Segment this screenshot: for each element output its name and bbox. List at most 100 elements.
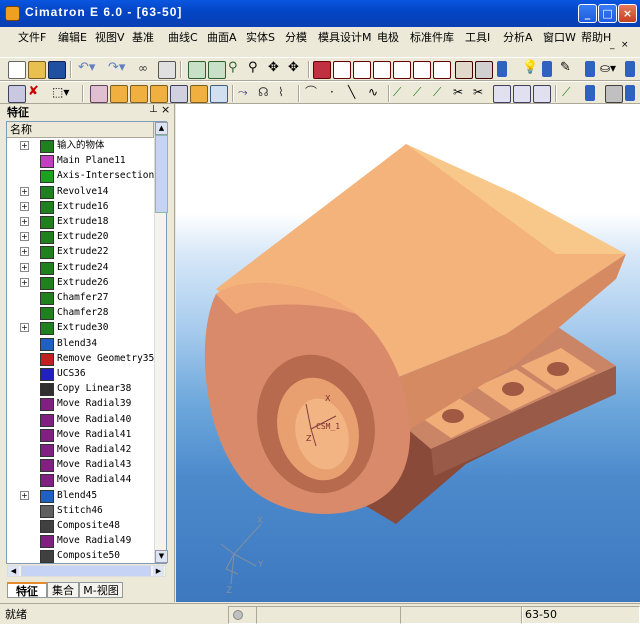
tree-horizontal-scrollbar[interactable]: ◀ ▶ bbox=[7, 565, 166, 577]
scroll-up-icon[interactable]: ▲ bbox=[155, 122, 168, 135]
expand-icon[interactable]: + bbox=[20, 141, 29, 150]
shading-icon[interactable] bbox=[475, 61, 493, 79]
trim-icon[interactable]: ⟋ bbox=[393, 85, 409, 101]
tree-item[interactable]: + Extrude16 bbox=[7, 199, 154, 214]
expand-icon[interactable]: + bbox=[20, 217, 29, 226]
tree-item[interactable]: Stitch46 bbox=[7, 503, 154, 518]
toolbar-dropdown-icon[interactable] bbox=[542, 61, 552, 77]
panel-close-icon[interactable]: × bbox=[161, 103, 170, 116]
cimatron-app-icon[interactable] bbox=[5, 6, 20, 21]
tree-item[interactable]: + Blend45 bbox=[7, 488, 154, 503]
tree-item[interactable]: Copy Linear38 bbox=[7, 381, 154, 397]
color-fill-icon[interactable]: ⛀▾ bbox=[600, 61, 622, 77]
menu-view[interactable]: 视图V bbox=[95, 29, 125, 45]
toolbar-dropdown-icon[interactable] bbox=[625, 85, 635, 101]
expand-icon[interactable]: + bbox=[20, 201, 29, 211]
render-mode-icon[interactable] bbox=[455, 61, 473, 79]
delete-icon[interactable]: ✘ bbox=[28, 85, 44, 101]
point-icon[interactable]: · bbox=[330, 85, 346, 101]
solid-box-icon[interactable] bbox=[493, 85, 511, 103]
pen-icon[interactable]: ✎ bbox=[560, 61, 576, 77]
expand-icon[interactable]: + bbox=[20, 490, 29, 500]
zoom-all-icon[interactable] bbox=[188, 61, 206, 79]
menu-curve[interactable]: 曲线C bbox=[168, 29, 198, 45]
zoom-icon[interactable]: ⚲ bbox=[248, 61, 264, 77]
tree-item[interactable]: + Extrude20 bbox=[7, 229, 154, 245]
pin-icon[interactable]: ⊥ bbox=[149, 104, 158, 115]
tree-item[interactable]: + 输入的物体 bbox=[7, 138, 154, 153]
pan-icon[interactable]: ✥ bbox=[268, 61, 284, 77]
menu-edit[interactable]: 编辑E bbox=[58, 29, 87, 45]
view-top-icon[interactable] bbox=[353, 61, 371, 79]
tree-item[interactable]: + Extrude30 bbox=[7, 320, 154, 336]
horizontal-scroll-thumb[interactable] bbox=[21, 566, 151, 576]
tree-item[interactable]: Axis-Intersection13 bbox=[7, 168, 154, 184]
tree-item[interactable]: Move Radial41 bbox=[7, 427, 154, 442]
menu-electrode[interactable]: 电极 bbox=[377, 29, 399, 45]
3d-viewport[interactable]: CSM_1 X Z X Y Z bbox=[176, 104, 640, 602]
toolbar-dropdown-icon[interactable] bbox=[625, 61, 635, 77]
view-left-icon[interactable] bbox=[433, 61, 451, 79]
menu-surface[interactable]: 曲面A bbox=[207, 29, 237, 45]
transparency-icon[interactable] bbox=[210, 85, 228, 103]
arc-icon[interactable]: ∿ bbox=[368, 85, 384, 101]
tree-item[interactable]: Main Plane11 bbox=[7, 153, 154, 169]
tree-item[interactable]: Remove Geometry35 bbox=[7, 351, 154, 366]
view-back-icon[interactable] bbox=[393, 61, 411, 79]
tree-item[interactable]: Move Radial43 bbox=[7, 457, 154, 473]
menu-mold-design[interactable]: 模具设计M bbox=[318, 29, 372, 45]
tree-item[interactable]: Move Radial42 bbox=[7, 442, 154, 457]
sketch-icon[interactable]: ⌒ bbox=[305, 85, 321, 101]
menu-file[interactable]: 文件F bbox=[18, 29, 46, 45]
scroll-left-icon[interactable]: ◀ bbox=[8, 566, 19, 576]
menu-analysis[interactable]: 分析A bbox=[503, 29, 533, 45]
select-filter-icon[interactable] bbox=[8, 85, 26, 103]
menu-tools[interactable]: 工具I bbox=[465, 29, 490, 45]
silhouette-icon[interactable] bbox=[170, 85, 188, 103]
layer-icon[interactable] bbox=[605, 85, 623, 103]
scroll-thumb[interactable] bbox=[155, 135, 168, 213]
close-button[interactable]: × bbox=[618, 4, 637, 23]
tree-item[interactable]: Move Radial44 bbox=[7, 472, 154, 488]
expand-icon[interactable]: + bbox=[20, 232, 29, 242]
tree-item[interactable]: Composite50 bbox=[7, 548, 154, 563]
tree-item[interactable]: Composite48 bbox=[7, 518, 154, 533]
properties-icon[interactable] bbox=[158, 61, 176, 79]
shaded-icon[interactable] bbox=[130, 85, 148, 103]
redo-icon[interactable]: ↷▾ bbox=[108, 61, 134, 77]
undo-icon[interactable]: ↶▾ bbox=[78, 61, 104, 77]
column-header-name[interactable]: 名称 bbox=[7, 122, 154, 138]
menu-standard-parts[interactable]: 标准件库 bbox=[410, 29, 454, 45]
split-icon[interactable]: ✂ bbox=[453, 85, 469, 101]
view-front-icon[interactable] bbox=[333, 61, 351, 79]
filter-icon[interactable] bbox=[90, 85, 108, 103]
tree-item[interactable]: + Extrude26 bbox=[7, 275, 154, 290]
menu-datum[interactable]: 基准 bbox=[132, 29, 154, 45]
view-iso-icon[interactable] bbox=[313, 61, 331, 79]
tree-item[interactable]: Move Radial49 bbox=[7, 533, 154, 549]
mdi-close-icon[interactable]: × bbox=[621, 40, 629, 50]
tree-item[interactable]: Chamfer28 bbox=[7, 305, 154, 321]
expand-icon[interactable]: + bbox=[20, 277, 29, 287]
maximize-button[interactable]: □ bbox=[598, 4, 617, 23]
expand-icon[interactable]: + bbox=[20, 262, 29, 272]
view-right-icon[interactable] bbox=[373, 61, 391, 79]
tab-sets[interactable]: 集合 bbox=[47, 582, 79, 598]
section-icon[interactable] bbox=[190, 85, 208, 103]
tree-item[interactable]: + Extrude18 bbox=[7, 214, 154, 229]
curve-icon[interactable]: ⤳ bbox=[238, 85, 254, 101]
zoom-dynamic-icon[interactable]: ⚲ bbox=[228, 61, 244, 77]
tree-item[interactable]: UCS36 bbox=[7, 366, 154, 381]
expand-icon[interactable]: + bbox=[20, 247, 29, 257]
solid-cut-icon[interactable] bbox=[513, 85, 531, 103]
tab-m-view[interactable]: M-视图 bbox=[79, 582, 123, 598]
toolbar-dropdown-icon[interactable] bbox=[585, 61, 595, 77]
minimize-button[interactable]: _ bbox=[578, 4, 597, 23]
tab-features[interactable]: 特征 bbox=[7, 582, 47, 598]
spline-icon[interactable]: ☊ bbox=[258, 85, 274, 101]
expand-icon[interactable]: + bbox=[20, 323, 29, 333]
scroll-down-icon[interactable]: ▼ bbox=[155, 550, 168, 563]
new-file-icon[interactable] bbox=[8, 61, 26, 79]
tree-item[interactable]: Blend34 bbox=[7, 336, 154, 351]
rotate-icon[interactable]: ✥ bbox=[288, 61, 304, 77]
